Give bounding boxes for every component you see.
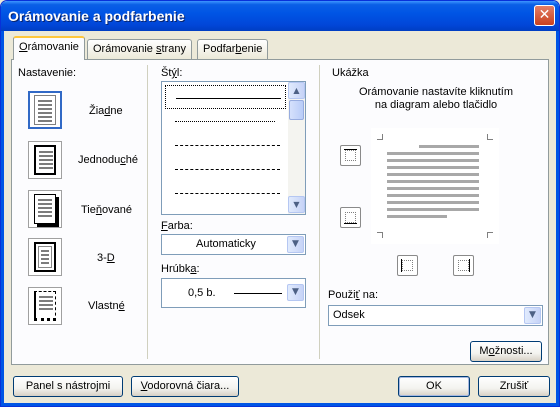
color-label: Farba: [161, 220, 193, 232]
setting-heading: Nastavenie: [18, 67, 77, 79]
title-bar[interactable]: Orámovanie a podfarbenie ✕ [1, 1, 559, 31]
ok-button[interactable]: OK [398, 376, 470, 397]
preview-instruction-line2: na diagram alebo tlačidlo [374, 99, 498, 111]
width-label: Hrúbka: [161, 263, 200, 275]
close-icon: ✕ [538, 7, 551, 23]
border-preview-diagram[interactable] [371, 128, 499, 244]
window-frame-bottom [1, 403, 559, 406]
border-shadow-icon[interactable] [28, 190, 62, 228]
tab-borders[interactable]: Orámovanie [13, 36, 85, 60]
top-border-button[interactable] [340, 145, 361, 166]
bottom-border-button[interactable] [340, 207, 361, 228]
setting-option-custom[interactable]: Vlastné [88, 300, 125, 312]
setting-option-none[interactable]: Žiadne [89, 105, 123, 117]
style-heading: Štýl: [161, 67, 183, 79]
right-border-button[interactable] [453, 255, 474, 276]
preview-instruction-line1: Orámovanie nastavíte kliknutím [358, 86, 514, 98]
setting-option-shadow[interactable]: Tieňované [81, 204, 132, 216]
chevron-down-icon[interactable]: ▼ [287, 236, 304, 253]
color-select[interactable]: Automaticky ▼ [161, 234, 306, 255]
scroll-down-arrow-icon[interactable]: ▼ [288, 196, 305, 213]
window-frame-right [556, 31, 559, 406]
borders-and-shading-dialog: Orámovanie a podfarbenie ✕ Orámovanie Or… [0, 0, 560, 407]
line-style-list[interactable]: ▲ ▼ [161, 81, 306, 215]
color-select-value: Automaticky [196, 238, 256, 250]
left-border-button[interactable] [397, 255, 418, 276]
apply-to-value: Odsek [333, 309, 365, 321]
setting-option-box[interactable]: Jednoduché [78, 154, 138, 166]
options-button[interactable]: Možnosti... [470, 341, 542, 362]
window-frame-left [1, 31, 4, 406]
cancel-button[interactable]: Zrušiť [478, 376, 550, 397]
border-box-icon[interactable] [28, 141, 62, 179]
width-select[interactable]: 0,5 b. ▼ [161, 278, 306, 308]
window-title: Orámovanie a podfarbenie [8, 8, 185, 24]
scroll-up-arrow-icon[interactable]: ▲ [288, 82, 305, 99]
scroll-thumb[interactable] [289, 100, 304, 120]
border-none-icon[interactable] [28, 91, 62, 129]
style-list-scrollbar[interactable]: ▲ ▼ [288, 82, 305, 214]
chevron-down-icon[interactable]: ▼ [287, 284, 304, 301]
width-select-value: 0,5 b. [188, 287, 216, 299]
list-item-solid[interactable] [165, 85, 286, 109]
list-item-dotted[interactable] [165, 109, 286, 133]
tab-page-border[interactable]: Orámovanie strany [87, 39, 192, 59]
chevron-down-icon[interactable]: ▼ [524, 307, 541, 324]
border-3d-icon[interactable] [28, 238, 62, 276]
setting-option-3d[interactable]: 3-D [97, 252, 115, 264]
close-button[interactable]: ✕ [534, 5, 555, 26]
list-item-dashed[interactable] [165, 157, 286, 181]
list-item-dashed-small[interactable] [165, 133, 286, 157]
apply-to-label: Použiť na: [328, 289, 379, 301]
apply-to-select[interactable]: Odsek ▼ [328, 305, 543, 326]
section-divider [319, 65, 320, 359]
toolbar-button[interactable]: Panel s nástrojmi [13, 376, 123, 397]
preview-heading: Ukážka [332, 67, 369, 79]
border-custom-icon[interactable] [28, 287, 62, 325]
width-line-sample [234, 293, 282, 294]
section-divider [147, 65, 148, 359]
horizontal-line-button[interactable]: Vodorovná čiara... [131, 376, 239, 397]
list-item-dash-long[interactable] [165, 181, 286, 205]
tab-shading[interactable]: Podfarbenie [197, 39, 269, 59]
